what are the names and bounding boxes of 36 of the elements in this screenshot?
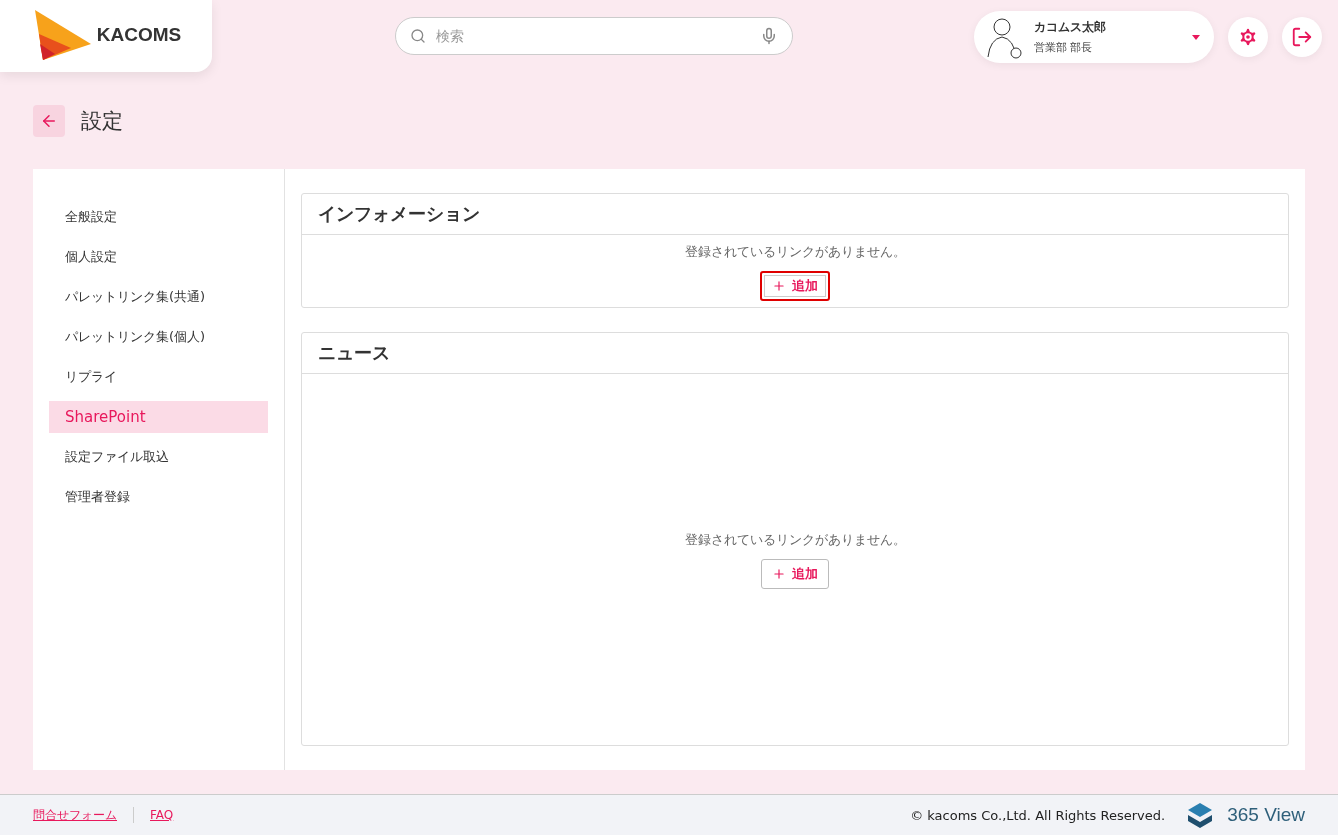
sidebar-item[interactable]: 個人設定 xyxy=(49,241,268,273)
plus-icon xyxy=(772,566,786,581)
copyright-text: © kacoms Co.,Ltd. All Rights Reserved. xyxy=(910,807,1166,823)
sidebar-item[interactable]: リプライ xyxy=(49,361,268,393)
logo-text: KACOMS xyxy=(96,24,182,46)
user-name: カコムス太郎 xyxy=(1034,19,1107,36)
user-role: 営業部 部長 xyxy=(1034,40,1094,55)
footer-link[interactable]: 問合せフォーム xyxy=(33,806,117,824)
sidebar-item[interactable]: パレットリンク集(共通) xyxy=(49,281,268,313)
add-button[interactable]: 追加 xyxy=(761,558,829,589)
caret-icon xyxy=(1192,34,1200,40)
empty-message: 登録されているリンクがありません。 xyxy=(684,530,906,549)
empty-message: 登録されているリンクがありません。 xyxy=(684,243,906,261)
panel-title: ニュース xyxy=(302,333,1288,374)
layers-icon xyxy=(1187,802,1214,828)
search-icon xyxy=(410,28,426,44)
footer-link[interactable]: FAQ xyxy=(150,808,174,822)
sidebar-item[interactable]: パレットリンク集(個人) xyxy=(49,321,268,353)
user-menu[interactable]: カコムス太郎 営業部 部長 xyxy=(974,11,1214,63)
page-title: 設定 xyxy=(81,108,123,135)
logout-button[interactable] xyxy=(1282,17,1322,57)
brand-text: 365 View xyxy=(1227,804,1305,826)
logout-icon xyxy=(1291,26,1313,48)
settings-button[interactable] xyxy=(1228,17,1268,57)
back-button[interactable] xyxy=(33,105,65,137)
sidebar-item[interactable]: 設定ファイル取込 xyxy=(49,441,268,473)
panel-title: インフォメーション xyxy=(302,194,1288,235)
microphone-icon[interactable] xyxy=(760,27,778,45)
sidebar-item[interactable]: 全般設定 xyxy=(49,201,268,233)
search-input[interactable]: 検索 xyxy=(434,27,752,45)
plus-icon xyxy=(772,279,786,293)
sidebar-item[interactable]: 管理者登録 xyxy=(49,481,268,513)
gear-icon xyxy=(1237,26,1259,48)
search-field[interactable]: 検索 xyxy=(395,17,793,55)
add-button[interactable]: 追加 xyxy=(760,271,830,301)
avatar-icon xyxy=(984,15,1024,59)
